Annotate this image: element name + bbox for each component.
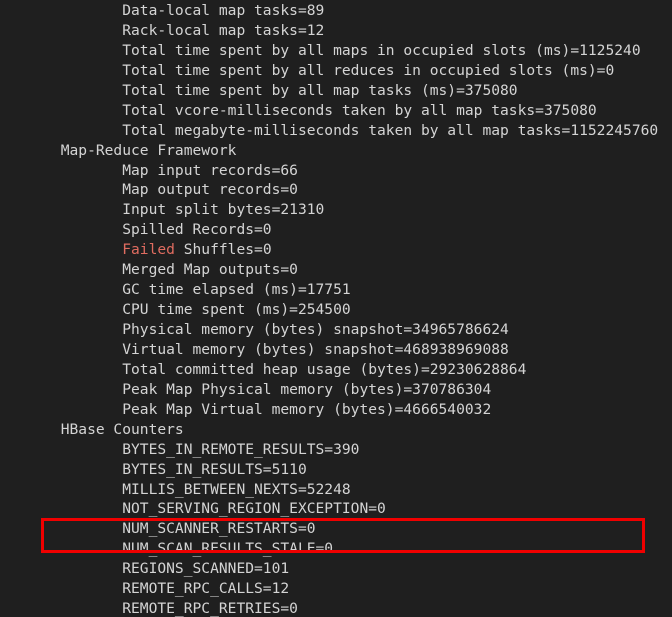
terminal-line: Virtual memory (bytes) snapshot=46893896… (8, 340, 509, 358)
terminal-line: REGIONS_SCANNED=101 (8, 560, 290, 578)
terminal-line: Map-Reduce Framework (8, 141, 237, 159)
terminal-line: GC time elapsed (ms)=17751 (8, 281, 351, 299)
terminal-line: Merged Map outputs=0 (8, 261, 298, 279)
terminal-line: CPU time spent (ms)=254500 (8, 301, 351, 319)
terminal-line: Map output records=0 (8, 181, 298, 199)
terminal-line: Total megabyte-milliseconds taken by all… (8, 121, 659, 139)
terminal-line: REMOTE_RPC_CALLS=12 (8, 580, 290, 598)
terminal-line: Rack-local map tasks=12 (8, 21, 325, 39)
terminal-line: Total time spent by all maps in occupied… (8, 41, 641, 59)
terminal-line: NUM_SCANNER_RESTARTS=0 (8, 520, 316, 538)
terminal-line: Failed Shuffles=0 (0, 240, 672, 260)
terminal-line: BYTES_IN_REMOTE_RESULTS=390 (8, 440, 360, 458)
terminal-line: Map input records=66 (8, 161, 298, 179)
line-text: Shuffles=0 (174, 241, 272, 259)
terminal-line: Data-local map tasks=89 (8, 2, 325, 19)
terminal-line-list: Data-local map tasks=89 Rack-local map t… (0, 0, 672, 617)
terminal-line: Total committed heap usage (bytes)=29230… (8, 360, 527, 378)
terminal-line: BYTES_IN_RESULTS=5110 (8, 460, 307, 478)
terminal-line: Total time spent by all reduces in occup… (8, 61, 615, 79)
terminal-line: MILLIS_BETWEEN_NEXTS=52248 (8, 480, 351, 498)
line-text (8, 241, 122, 258)
terminal-line: Physical memory (bytes) snapshot=3496578… (8, 321, 509, 338)
terminal-line: Total vcore-milliseconds taken by all ma… (8, 101, 597, 119)
terminal-line: REMOTE_RPC_RETRIES=0 (8, 600, 298, 617)
terminal-line: HBase Counters (8, 420, 184, 438)
terminal-line: NUM_SCAN_RESULTS_STALE=0 (8, 540, 334, 558)
terminal-line: Spilled Records=0 (8, 221, 272, 239)
terminal-line: Peak Map Virtual memory (bytes)=46665400… (8, 400, 492, 418)
terminal-output-pane[interactable]: Data-local map tasks=89 Rack-local map t… (0, 0, 672, 617)
terminal-line: Peak Map Physical memory (bytes)=3707863… (8, 380, 492, 398)
terminal-line: Input split bytes=21310 (8, 201, 325, 219)
terminal-line: Total time spent by all map tasks (ms)=3… (8, 81, 518, 99)
highlighted-token: Failed (122, 241, 175, 259)
terminal-line: NOT_SERVING_REGION_EXCEPTION=0 (8, 500, 386, 518)
